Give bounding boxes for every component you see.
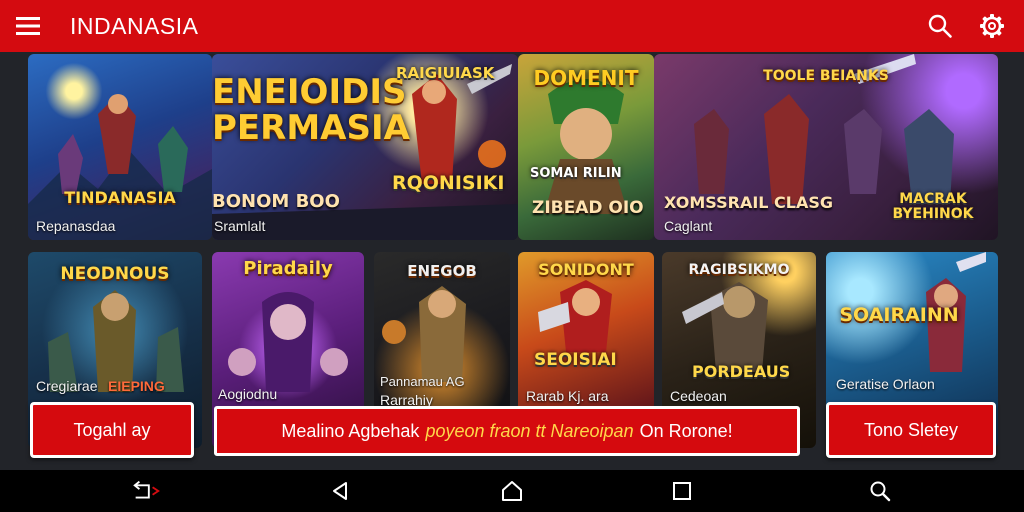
game-title-tertiary: RAIGIUIASK (396, 64, 495, 82)
game-caption: XOMSSRAIL CLASG (664, 193, 834, 212)
game-title-secondary: RQONISIKI (392, 172, 505, 194)
game-title-secondary: MACRAK BYEHINOK (892, 191, 974, 222)
game-subtitle: Aogiodnu (218, 386, 278, 402)
header-actions (920, 6, 1024, 46)
game-tile[interactable]: TINDANASIA Repanasdaa (28, 54, 212, 240)
game-title: ENEGOB (407, 262, 477, 280)
promo-banner[interactable]: Mealino Agbehak poyeon fraon tt Nareoipa… (214, 406, 800, 456)
app-title: INDANASIA (70, 12, 199, 39)
game-subtitle: Geratise Orlaon (836, 376, 935, 392)
game-subtitle: Rarab Kj. ara (526, 388, 609, 404)
banner-tail: On Rorone! (639, 420, 733, 441)
game-title-secondary: SEOISIAI (534, 350, 617, 370)
app-root: INDANASIA TINDANASIA Repanasdaa ENEIOIDI… (0, 0, 1024, 512)
game-subtitle: Repanasdaa (36, 218, 116, 234)
left-action-button[interactable]: Togahl ay (30, 402, 194, 458)
game-title: SONIDONT (538, 260, 634, 279)
game-subtitle: Cregiarae (36, 378, 98, 394)
nav-search-icon[interactable] (864, 476, 896, 506)
game-title: DOMENIT (533, 66, 639, 90)
game-title: SOAIRAINN (839, 304, 959, 326)
game-tile[interactable]: ENEIOIDIS PERMASIA RQONISIKI RAIGIUIASK … (212, 54, 518, 240)
game-title-secondary: SOMAI RILIN (530, 166, 622, 181)
game-title-secondary: PORDEAUS (692, 362, 791, 381)
game-caption: BONOM BOO (212, 191, 340, 212)
banner-highlight: poyeon fraon tt Nareoipan (425, 420, 634, 441)
game-subtitle: Cedeoan (670, 388, 727, 404)
game-grid: TINDANASIA Repanasdaa ENEIOIDIS PERMASIA… (0, 52, 1024, 470)
game-title: Piradaily (243, 258, 333, 279)
system-navbar (0, 470, 1024, 512)
game-tile[interactable]: TOOLE BEIANKS XOMSSRAIL CLASG MACRAK BYE… (654, 54, 998, 240)
game-title: ENEIOIDIS PERMASIA (212, 72, 410, 148)
game-title: RAGIBSIKMO (688, 262, 790, 278)
game-title: TOOLE BEIANKS (763, 68, 889, 84)
gear-icon[interactable] (972, 6, 1012, 46)
search-icon[interactable] (920, 6, 960, 46)
game-title: NEODNOUS (60, 264, 170, 284)
game-tile[interactable]: DOMENIT SOMAI RILIN ZIBEAD OIO (518, 54, 654, 240)
banner-text: Mealino Agbehak (281, 420, 420, 441)
home-icon[interactable] (496, 476, 528, 506)
rotate-back-icon[interactable] (130, 476, 162, 506)
hamburger-menu-icon[interactable] (0, 0, 56, 52)
game-badge: EIEPING (108, 378, 165, 394)
right-action-button[interactable]: Tono Sletey (826, 402, 996, 458)
app-header: INDANASIA (0, 0, 1024, 52)
back-icon[interactable] (324, 476, 356, 506)
game-caption: ZIBEAD OIO (532, 198, 644, 218)
game-subtitle: Caglant (664, 218, 713, 234)
game-subtitle: Sramlalt (214, 218, 266, 234)
recents-icon[interactable] (666, 476, 698, 506)
game-subtitle: Pannamau AG (380, 374, 465, 389)
game-title: TINDANASIA (64, 188, 176, 207)
